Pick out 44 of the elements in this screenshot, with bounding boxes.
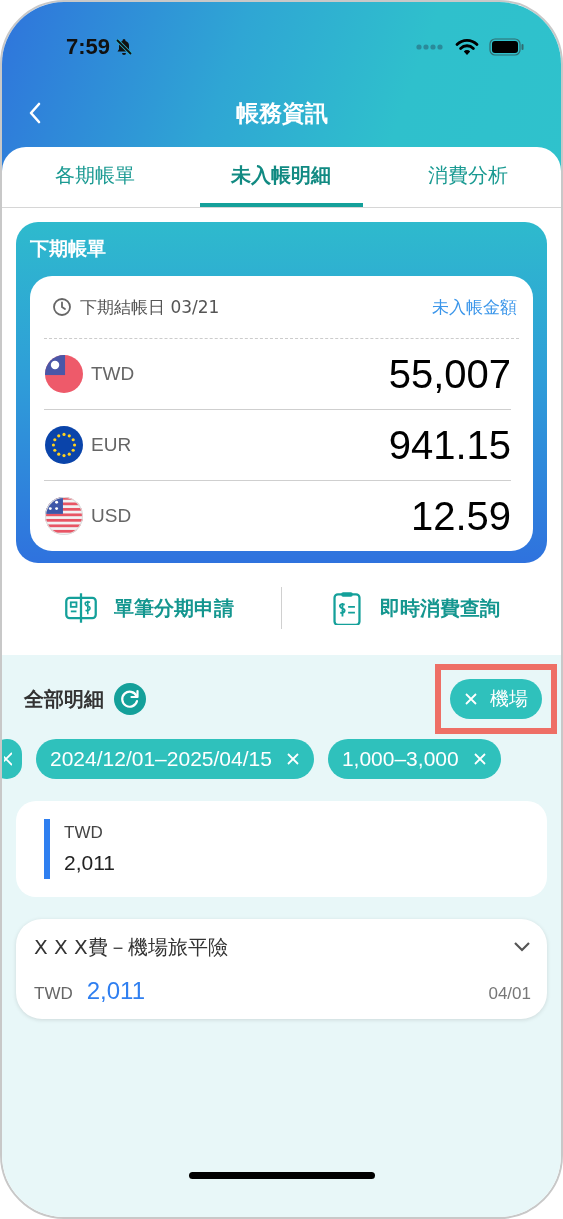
close-icon <box>4 751 12 767</box>
amount: 2,011 <box>86 976 146 1005</box>
tab[interactable]: 各期帳單 <box>14 147 177 207</box>
amount: 12.59 <box>410 493 511 539</box>
transaction-card[interactable]: X X X費－機場旅平險 TWD 2,011 04/01 <box>16 919 547 1019</box>
amount: 55,007 <box>388 351 511 397</box>
transaction-date: 04/01 <box>488 983 531 1004</box>
close-icon <box>472 752 487 766</box>
refresh-icon <box>114 683 146 715</box>
flag-icon <box>45 497 83 535</box>
card-title: 下期帳單 <box>30 236 107 261</box>
back-button[interactable] <box>28 101 42 125</box>
action-link[interactable]: 單筆分期申請 <box>16 578 281 638</box>
wifi-icon <box>455 38 479 56</box>
filter-chip[interactable]: 1,000–3,000 <box>327 739 501 779</box>
back-icon <box>28 101 42 125</box>
flag-icon <box>45 355 83 393</box>
closing-date: 下期結帳日 03/21 <box>80 295 221 319</box>
flag-icon <box>45 426 83 464</box>
close-icon <box>285 752 300 766</box>
filter-chip[interactable]: 機場 <box>450 679 542 719</box>
dollar-split-icon <box>63 591 98 625</box>
clock-icon <box>52 297 72 317</box>
transaction-title: X X X費－機場旅平險 <box>34 933 228 961</box>
filter-chip[interactable]: 2024/12/01–2025/04/15 <box>36 739 314 779</box>
close-icon <box>464 692 478 706</box>
screen-title: 帳務資訊 <box>235 98 328 128</box>
section-title: 全部明細 <box>24 685 104 713</box>
currency-code: TWD <box>64 823 104 843</box>
currency-code: USD <box>91 505 133 527</box>
action-link[interactable]: 即時消費查詢 <box>282 578 547 638</box>
status-time: 7:59 <box>66 34 111 60</box>
currency-code: TWD <box>34 983 73 1004</box>
amount: 941.15 <box>388 422 511 468</box>
tab[interactable]: 消費分析 <box>386 147 549 207</box>
refresh-button[interactable] <box>114 683 146 715</box>
amount-label: 未入帳金額 <box>432 295 517 319</box>
accent-bar <box>44 819 50 879</box>
currency-code: TWD <box>91 363 136 385</box>
total-amount: 2,011 <box>64 851 115 875</box>
tab[interactable]: 未入帳明細 <box>200 147 363 207</box>
battery-icon <box>489 38 525 56</box>
signal-icon <box>415 43 445 51</box>
currency-code: EUR <box>91 434 133 456</box>
